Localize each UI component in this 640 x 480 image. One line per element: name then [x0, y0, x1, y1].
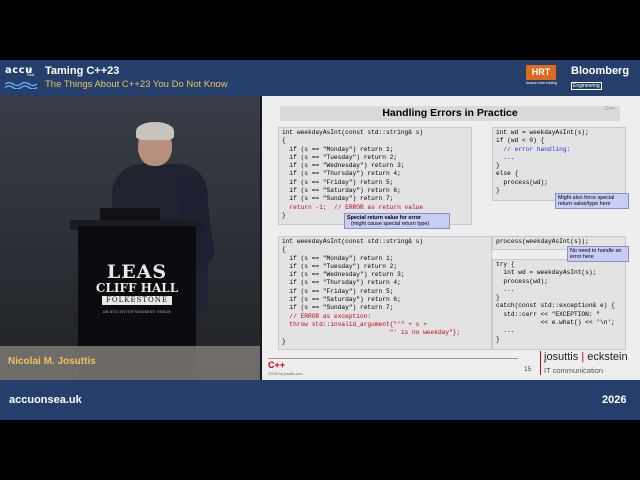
code-line: "' is no weekday"};: [282, 329, 461, 337]
brand-right: eckstein: [587, 351, 628, 363]
code-line: if (s == "Friday") return 5;: [282, 287, 394, 295]
code-line: int weekdayAsInt(const std::string& s): [282, 238, 424, 245]
slide-page-number: 15: [524, 366, 532, 373]
speaker-nameplate: Nicolai M. Josuttis: [0, 346, 260, 380]
code-line: << e.what() << '\n';: [496, 319, 615, 327]
code-line: std::cerr << "EXCEPTION: ": [496, 310, 600, 318]
code-line: {: [282, 246, 286, 254]
hrt-logo: HRT hudson river trading: [526, 65, 560, 87]
hrt-logo-text: HRT: [526, 65, 556, 80]
code-line: return -1; // ERROR as return value: [282, 203, 424, 211]
venue-line-3: FOLKESTONE: [102, 296, 172, 305]
code-line: if (s == "Tuesday") return 2;: [282, 153, 398, 161]
code-line: int wd = weekdayAsInt(s);: [496, 269, 597, 277]
brand-left: josuttis: [544, 351, 579, 363]
speaker-hair: [136, 122, 174, 140]
code-line: if (s == "Monday") return 1;: [282, 254, 394, 262]
brand-divider: [540, 351, 541, 375]
talk-title: Taming C++23: [45, 65, 120, 77]
video-frame: accu On Sea Taming C++23 The Things Abou…: [0, 60, 640, 420]
slide-title: Handling Errors in Practice: [280, 106, 620, 121]
code-line: // ERROR as exception:: [282, 312, 372, 320]
code-line: if (s == "Wednesday") return 3;: [282, 271, 405, 279]
footer-bar: accuonsea.uk 2026: [0, 380, 640, 420]
code-line: }: [282, 337, 286, 345]
code-line: process(wd);: [496, 178, 548, 186]
logo-sub: On Sea: [27, 67, 35, 77]
code-line: }: [496, 162, 500, 170]
talk-subtitle: The Things About C++23 You Do Not Know: [45, 79, 228, 90]
note-force-special-text: Might also force special return value/ty…: [558, 195, 615, 208]
code-block-check-return: int wd = weekdayAsInt(s); if (wd < 0) { /…: [492, 127, 626, 201]
code-line: if (s == "Friday") return 5;: [282, 178, 394, 186]
code-line: if (s == "Tuesday") return 2;: [282, 262, 398, 270]
code-line: if (wd < 0) {: [496, 137, 545, 145]
brand-subtitle: IT communication: [544, 366, 604, 375]
code-line: ...: [496, 285, 515, 293]
note-no-need: No need to handle an error here: [567, 246, 629, 263]
code-line: int weekdayAsInt(const std::string& s): [282, 129, 424, 136]
code-block-try-catch: try { int wd = weekdayAsInt(s); process(…: [492, 259, 626, 350]
brand-logo: josuttis | eckstein: [544, 351, 628, 363]
code-line: {: [282, 137, 286, 145]
code-block-exception: int weekdayAsInt(const std::string& s){ …: [278, 236, 492, 350]
speaker-camera: LEAS CLIFF HALL FOLKESTONE AN ATG ENTERT…: [0, 96, 260, 380]
speaker-name: Nicolai M. Josuttis: [8, 356, 96, 367]
conference-year: 2026: [602, 394, 627, 406]
code-line: if (s == "Thursday") return 4;: [282, 170, 401, 178]
slide-footer-divider: [268, 358, 518, 359]
slide-footer-cpp: C++: [268, 360, 286, 370]
code-line: int wd = weekdayAsInt(s);: [496, 129, 589, 136]
venue-logo: LEAS CLIFF HALL FOLKESTONE: [88, 262, 186, 305]
code-line: process(wd);: [496, 277, 548, 285]
code-line: if (s == "Monday") return 1;: [282, 145, 394, 153]
accu-logo: accu On Sea: [4, 66, 39, 90]
slide-corner-tag: C++: [605, 106, 615, 112]
code-line: ...: [496, 327, 515, 335]
brand-separator: |: [581, 351, 585, 363]
note-special-return-sub: (might cause special return type): [351, 221, 430, 228]
code-line: ...: [496, 153, 515, 161]
hrt-logo-sub: hudson river trading: [526, 81, 557, 85]
code-line: if (s == "Sunday") return 7;: [282, 304, 394, 312]
venue-line-2: CLIFF HALL: [95, 281, 179, 295]
code-line: throw std::invalid_argument{"'" + s +: [282, 320, 427, 328]
code-line: }: [496, 294, 500, 302]
conference-site: accuonsea.uk: [9, 394, 82, 406]
code-line: if (s == "Saturday") return 6;: [282, 296, 401, 304]
code-line: // error handling:: [496, 145, 571, 153]
slide-footer-copyright: ©2026 by josuttis.com: [268, 372, 303, 376]
video-content: LEAS CLIFF HALL FOLKESTONE AN ATG ENTERT…: [0, 96, 640, 380]
bloomberg-logo: Bloomberg: [571, 65, 630, 77]
code-line: if (s == "Sunday") return 7;: [282, 195, 394, 203]
note-force-special: Might also force special return value/ty…: [555, 193, 629, 210]
venue-line-1: LEAS: [106, 261, 168, 283]
code-line: else {: [496, 170, 519, 178]
code-block-return-value: int weekdayAsInt(const std::string& s){ …: [278, 127, 472, 225]
code-line: catch(const std::exception& e) {: [496, 302, 615, 310]
waves-icon: [4, 81, 38, 90]
code-line: if (s == "Wednesday") return 3;: [282, 162, 405, 170]
presentation-slide: Handling Errors in Practice C++ int week…: [262, 96, 640, 380]
code-line: if (s == "Saturday") return 6;: [282, 187, 401, 195]
venue-tagline: AN ATG ENTERTAINMENT VENUE: [102, 310, 172, 314]
bloomberg-engineering-label: Engineering: [571, 82, 602, 90]
code-line: if (s == "Thursday") return 4;: [282, 279, 401, 287]
code-line: }: [496, 335, 500, 343]
note-no-need-text: No need to handle an error here: [570, 248, 622, 261]
header-bar: accu On Sea Taming C++23 The Things Abou…: [0, 60, 640, 96]
note-special-return: Special return value for error (might ca…: [344, 213, 450, 230]
